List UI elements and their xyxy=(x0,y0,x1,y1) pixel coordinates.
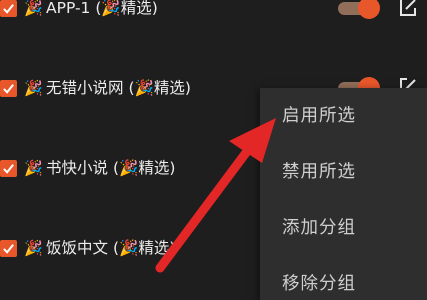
list-item-label: 无错小说网 (🎉精选) xyxy=(46,79,191,97)
party-popper-icon: 🎉 xyxy=(101,0,121,17)
edit-icon[interactable] xyxy=(397,0,419,18)
menu-item-remove-group[interactable]: 移除分组 xyxy=(282,270,356,295)
checkbox[interactable] xyxy=(0,80,17,97)
party-popper-icon: 🎉 xyxy=(24,239,43,257)
party-popper-icon: 🎉 xyxy=(119,239,139,257)
check-icon xyxy=(3,84,14,94)
enable-toggle[interactable] xyxy=(338,0,380,19)
context-menu: 启用所选 禁用所选 添加分组 移除分组 xyxy=(260,88,427,300)
list-item[interactable]: 🎉 APP-1 (🎉精选) xyxy=(0,0,427,30)
check-icon xyxy=(3,164,14,174)
party-popper-icon: 🎉 xyxy=(134,79,154,97)
list-item-label: 书快小说 (🎉精选) xyxy=(46,159,176,177)
menu-item-disable-selected[interactable]: 禁用所选 xyxy=(282,158,356,183)
check-icon xyxy=(3,4,14,14)
checkbox[interactable] xyxy=(0,160,17,177)
party-popper-icon: 🎉 xyxy=(24,159,43,177)
party-popper-icon: 🎉 xyxy=(24,0,43,17)
party-popper-icon: 🎉 xyxy=(24,79,43,97)
checkbox[interactable] xyxy=(0,0,17,17)
menu-item-enable-selected[interactable]: 启用所选 xyxy=(282,102,356,127)
check-icon xyxy=(3,244,14,254)
list-item-label: APP-1 (🎉精选) xyxy=(46,0,158,17)
checkbox[interactable] xyxy=(0,240,17,257)
list-item-label: 饭饭中文 (🎉精选) xyxy=(46,239,176,257)
menu-item-add-group[interactable]: 添加分组 xyxy=(282,214,356,239)
party-popper-icon: 🎉 xyxy=(119,159,139,177)
